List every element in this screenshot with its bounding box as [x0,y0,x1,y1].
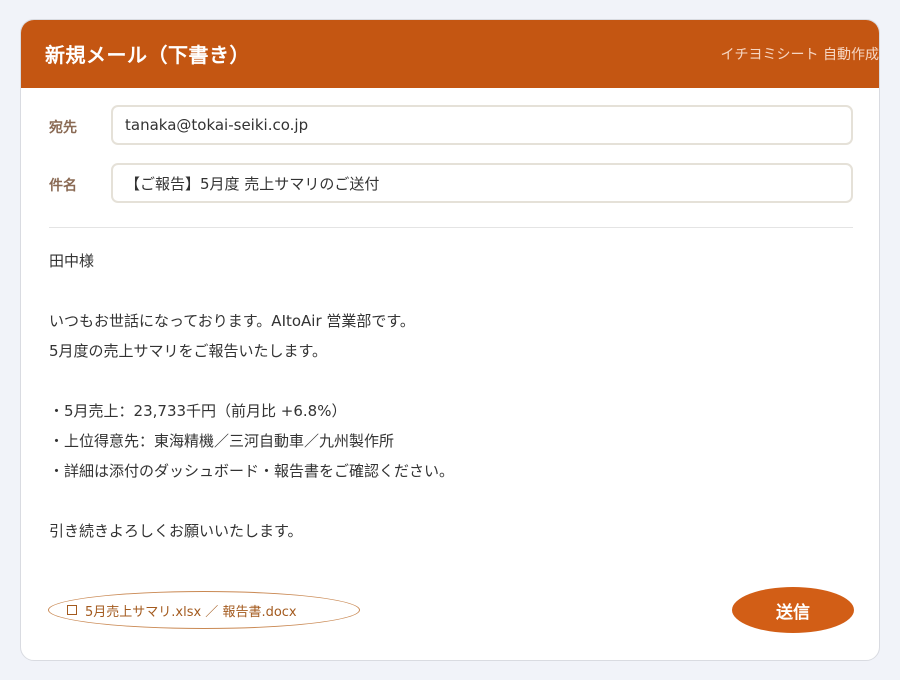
compose-header: 新規メール（下書き） イチヨミシート 自動作成 [21,20,879,88]
body-line: ・5月売上：23,733千円（前月比 +6.8%） [49,402,347,420]
body-line: 5月度の売上サマリをご報告いたします。 [49,342,328,360]
message-body[interactable]: 田中様 いつもお世話になっております。AItoAir 営業部です。 5月度の売上… [49,246,849,546]
compose-title: 新規メール（下書き） [45,43,250,67]
body-line [49,276,849,306]
to-label: 宛先 [49,120,77,136]
auto-generated-note: イチヨミシート 自動作成 [720,47,879,63]
attachment-list[interactable]: 5月売上サマリ.xlsx ／ 報告書.docx [48,591,360,629]
email-compose-card: 新規メール（下書き） イチヨミシート 自動作成 宛先 件名 田中様 いつもお世話… [20,19,880,661]
attachment-names: 5月売上サマリ.xlsx ／ 報告書.docx [85,604,297,620]
body-line [49,366,849,396]
body-line: いつもお世話になっております。AItoAir 営業部です。 [49,312,415,330]
body-line [49,486,849,516]
to-input[interactable] [111,105,853,145]
send-button[interactable]: 送信 [732,587,854,633]
body-line: ・詳細は添付のダッシュボード・報告書をご確認ください。 [49,462,455,480]
attachment-box-icon [67,605,77,615]
subject-label: 件名 [49,178,77,194]
header-divider [49,227,853,228]
body-line: ・上位得意先：東海精機／三河自動車／九州製作所 [49,432,395,450]
body-line: 田中様 [49,252,95,270]
subject-input[interactable] [111,163,853,203]
body-line: 引き続きよろしくお願いいたします。 [49,522,303,540]
